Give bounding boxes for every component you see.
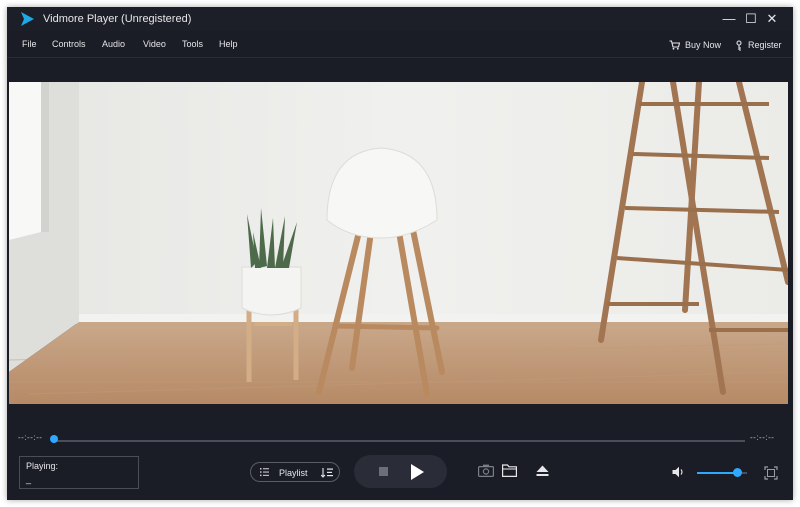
menu-video[interactable]: Video [143,39,166,49]
menu-audio[interactable]: Audio [102,39,125,49]
seek-track[interactable] [53,440,745,442]
menu-divider [7,57,793,58]
title-bar: Vidmore Player (Unregistered) — ☐ ✕ [7,7,793,31]
cart-icon [669,40,680,50]
snapshot-icon[interactable] [478,464,494,477]
video-image [9,82,788,404]
menu-file[interactable]: File [22,39,37,49]
open-folder-icon[interactable] [502,464,517,477]
volume-level [697,472,737,474]
eject-icon[interactable] [536,465,549,477]
volume-thumb[interactable] [733,468,742,477]
close-icon[interactable]: ✕ [764,11,780,27]
fullscreen-icon[interactable] [764,466,778,480]
volume-icon[interactable] [672,466,685,478]
playing-label: Playing: [26,461,59,471]
transport-controls [354,455,447,488]
video-frame[interactable] [9,82,788,404]
maximize-icon[interactable]: ☐ [743,11,759,27]
register-label: Register [748,40,782,50]
now-playing-box: Playing: _ [19,456,139,489]
playlist-button[interactable]: Playlist [250,462,340,482]
menu-bar: File Controls Audio Video Tools Help Buy… [7,31,793,57]
stop-icon[interactable] [379,467,388,476]
register-icon [736,39,742,51]
playlist-sort-icon[interactable] [321,467,333,478]
menu-help[interactable]: Help [219,39,238,49]
register-button[interactable]: Register [735,37,782,53]
time-elapsed: --:--:-- [18,433,43,442]
player-window: Vidmore Player (Unregistered) — ☐ ✕ File… [7,7,793,500]
menu-tools[interactable]: Tools [182,39,203,49]
buy-now-button[interactable]: Buy Now [669,37,721,53]
window-title: Vidmore Player (Unregistered) [43,13,192,25]
menu-controls[interactable]: Controls [52,39,86,49]
playing-value: _ [26,474,32,484]
list-icon [260,468,269,477]
time-total: --:--:-- [750,433,775,442]
minimize-icon[interactable]: — [721,11,737,27]
seek-thumb[interactable] [50,435,58,443]
play-icon[interactable] [411,464,424,480]
buy-now-label: Buy Now [685,40,722,50]
app-logo-icon [21,12,34,26]
seek-bar-area: --:--:-- --:--:-- [7,427,793,447]
playlist-label: Playlist [279,468,308,478]
